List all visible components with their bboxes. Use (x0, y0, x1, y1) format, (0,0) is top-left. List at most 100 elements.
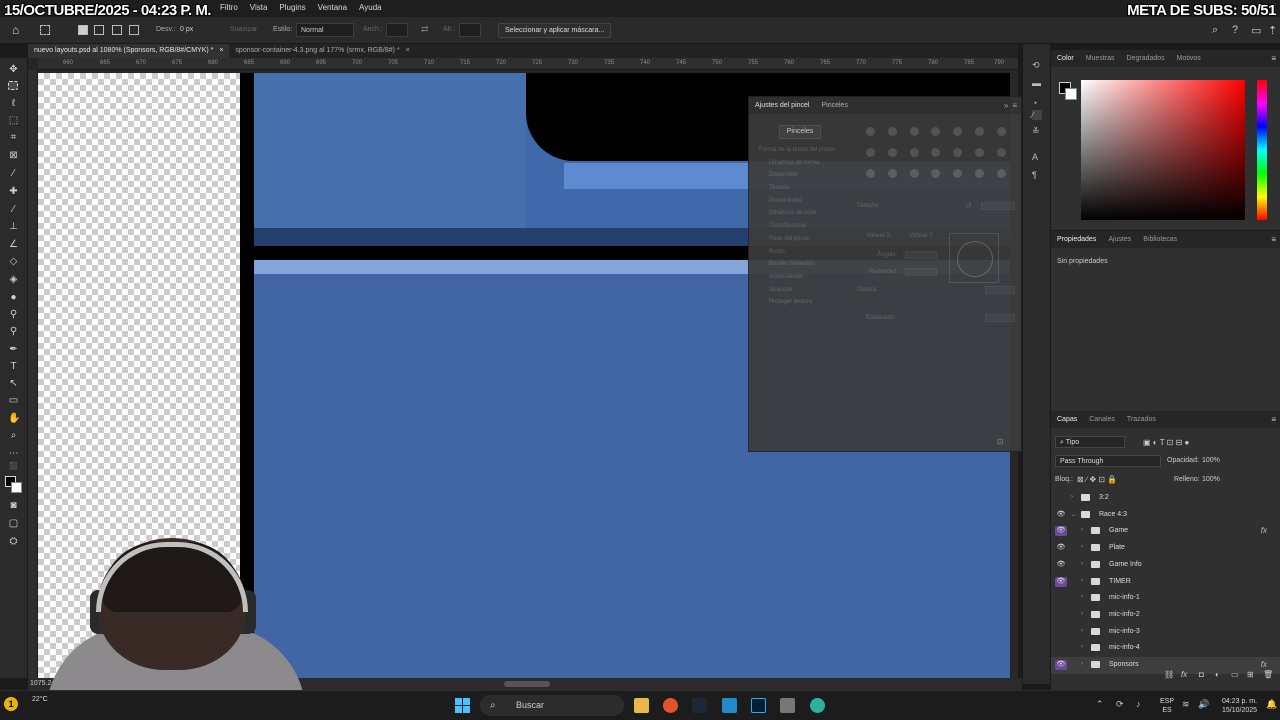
brush-tool-icon[interactable]: ∕ (8, 204, 19, 215)
brush-preset-icon[interactable] (953, 169, 963, 178)
tab-channels[interactable]: Canales (1083, 416, 1121, 423)
brush-option[interactable]: Dinámica de color (759, 210, 849, 223)
brush-option[interactable]: Ruido (759, 249, 849, 262)
chevron-right-icon[interactable]: › (1081, 527, 1083, 533)
lock-icons[interactable]: ⊠ ∕ ✥ ⊡ 🔒 (1077, 475, 1117, 484)
opacity-field[interactable]: 100% (1202, 457, 1220, 464)
brush-option[interactable]: Transferencia (759, 223, 849, 236)
size-field[interactable] (981, 202, 1015, 210)
more-tools-icon[interactable]: ⋯ (8, 448, 19, 459)
brush-option[interactable]: Proteger textura (759, 299, 849, 312)
fx-icon[interactable]: fx (1181, 670, 1187, 679)
brush-preset-icon[interactable] (931, 148, 941, 157)
windows-start-icon[interactable] (455, 698, 470, 713)
spacing-field[interactable] (985, 314, 1015, 322)
info-icon[interactable]: ◔ (1032, 98, 1042, 108)
swap-icon[interactable]: ⇄ (421, 24, 429, 35)
tab-adjustments[interactable]: Ajustes (1102, 236, 1137, 243)
brush-presets-grid[interactable] (861, 125, 1011, 185)
share-icon[interactable]: ⇡ (1268, 24, 1277, 37)
brush-preset-icon[interactable] (887, 127, 897, 136)
weather-widget[interactable]: 22°C (32, 695, 48, 704)
tab-libraries[interactable]: Bibliotecas (1137, 236, 1183, 243)
adjustments-icon[interactable]: ≚ (1032, 126, 1042, 136)
fill-field[interactable]: 100% (1202, 476, 1220, 483)
brush-angle-preview[interactable] (949, 233, 999, 283)
tab-properties[interactable]: Propiedades (1051, 236, 1102, 243)
clock[interactable]: 04:23 p. m. 15/10/2025 (1222, 697, 1257, 715)
chevron-down-icon[interactable]: ⌄ (1071, 511, 1076, 518)
panel-menu-icon[interactable]: ≡ (1012, 101, 1017, 110)
chevron-right-icon[interactable]: › (1081, 644, 1083, 650)
mask-icon[interactable]: ◘ (1199, 670, 1204, 679)
flip-y-checkbox[interactable]: Voltear Y (909, 233, 933, 239)
mic-icon[interactable]: ♪ (1136, 699, 1141, 709)
home-icon[interactable]: ⌂ (12, 24, 24, 36)
eyedropper-icon[interactable]: ⁄ (8, 168, 19, 179)
chevron-right-icon[interactable]: › (1081, 594, 1083, 600)
brush-preset-icon[interactable] (953, 148, 963, 157)
visibility-eye-icon[interactable]: 👁 (1055, 660, 1067, 670)
chevron-right-icon[interactable]: › (1071, 494, 1073, 500)
history-icon[interactable]: ⟲ (1032, 60, 1042, 70)
chevron-right-icon[interactable]: › (1081, 561, 1083, 567)
visibility-eye-icon[interactable] (1055, 610, 1067, 620)
visibility-eye-icon[interactable] (1055, 643, 1067, 653)
layer-row[interactable]: › mic-info-4 (1051, 640, 1280, 657)
subtract-selection-icon[interactable] (112, 25, 122, 35)
blur-tool-icon[interactable]: ● (8, 292, 19, 303)
suavizar-checkbox[interactable]: Suavizar (230, 26, 257, 33)
panel-menu-icon[interactable]: ≡ (1271, 235, 1276, 244)
color-picker-field[interactable] (1081, 80, 1245, 220)
brush-preset-icon[interactable] (887, 169, 897, 178)
type-tool-icon[interactable]: T (8, 361, 19, 372)
eraser-tool-icon[interactable]: ◇ (8, 256, 19, 267)
character-icon[interactable]: A (1032, 152, 1042, 162)
help-icon[interactable]: ? (1232, 24, 1238, 36)
panel-menu-icon[interactable]: ≡ (1271, 415, 1276, 424)
brush-option[interactable]: Forma de la punta del pincel (759, 147, 849, 160)
smudge-tool-icon[interactable]: ⚲ (8, 326, 19, 337)
visibility-eye-icon[interactable]: 👁 (1055, 576, 1067, 587)
visibility-eye-icon[interactable]: 👁 (1055, 526, 1067, 537)
brush-preset-icon[interactable] (909, 169, 919, 178)
marquee-tool-icon[interactable] (40, 25, 50, 35)
tab-gradients[interactable]: Degradados (1121, 55, 1171, 62)
layer-row[interactable]: 👁 › Game fx (1051, 523, 1280, 540)
anch-field[interactable] (386, 23, 408, 37)
background-color-swatch[interactable] (1065, 88, 1077, 100)
wifi-icon[interactable]: ≋ (1182, 699, 1190, 710)
angle-field[interactable] (905, 251, 937, 259)
zoom-tool-icon[interactable]: ⌕ (8, 430, 19, 441)
tab-nuevo-layouts[interactable]: nuevo layouts.psd al 1080% (Sponsors, RG… (28, 44, 230, 58)
brush-option[interactable]: Dinámica de forma (759, 160, 849, 173)
menu-filtro[interactable]: Filtro (220, 3, 238, 12)
chevron-right-icon[interactable]: › (1081, 628, 1083, 634)
taskbar-search[interactable]: ⌕ Buscar (480, 695, 624, 716)
chevron-right-icon[interactable]: › (1081, 578, 1083, 584)
add-selection-icon[interactable] (94, 25, 104, 35)
brush-preset-icon[interactable] (931, 169, 941, 178)
blend-mode-select[interactable]: Pass Through (1055, 455, 1161, 467)
marquee-tool-icon[interactable] (8, 81, 18, 90)
new-selection-icon[interactable] (78, 25, 88, 35)
menu-plugins[interactable]: Plugins (279, 3, 305, 12)
horizontal-scrollbar[interactable] (504, 681, 550, 687)
healing-brush-icon[interactable]: ✚ (8, 186, 19, 197)
close-icon[interactable]: × (219, 47, 223, 54)
hand-tool-icon[interactable]: ✋ (8, 413, 20, 424)
tab-sponsor-container[interactable]: sponsor-container-4.3.png al 177% (srmx,… (229, 44, 415, 58)
brush-preset-icon[interactable] (997, 148, 1007, 157)
layer-row[interactable]: › mic-info-1 (1051, 590, 1280, 607)
brush-option[interactable]: Bordes húmedos (759, 261, 849, 274)
layer-fx-icon[interactable]: fx (1261, 526, 1267, 535)
crop-tool-icon[interactable]: ⌗ (8, 132, 19, 143)
vscode-icon[interactable] (722, 698, 737, 713)
tab-paths[interactable]: Trazados (1121, 416, 1162, 423)
language-indicator[interactable]: ESP ES (1160, 697, 1174, 715)
brush-settings-icon[interactable]: ∕ (1032, 110, 1042, 120)
brush-preset-icon[interactable] (909, 127, 919, 136)
tab-color[interactable]: Color (1051, 55, 1080, 62)
spacing-checkbox[interactable]: Espaciado (866, 315, 894, 321)
firefox-icon[interactable] (663, 698, 678, 713)
